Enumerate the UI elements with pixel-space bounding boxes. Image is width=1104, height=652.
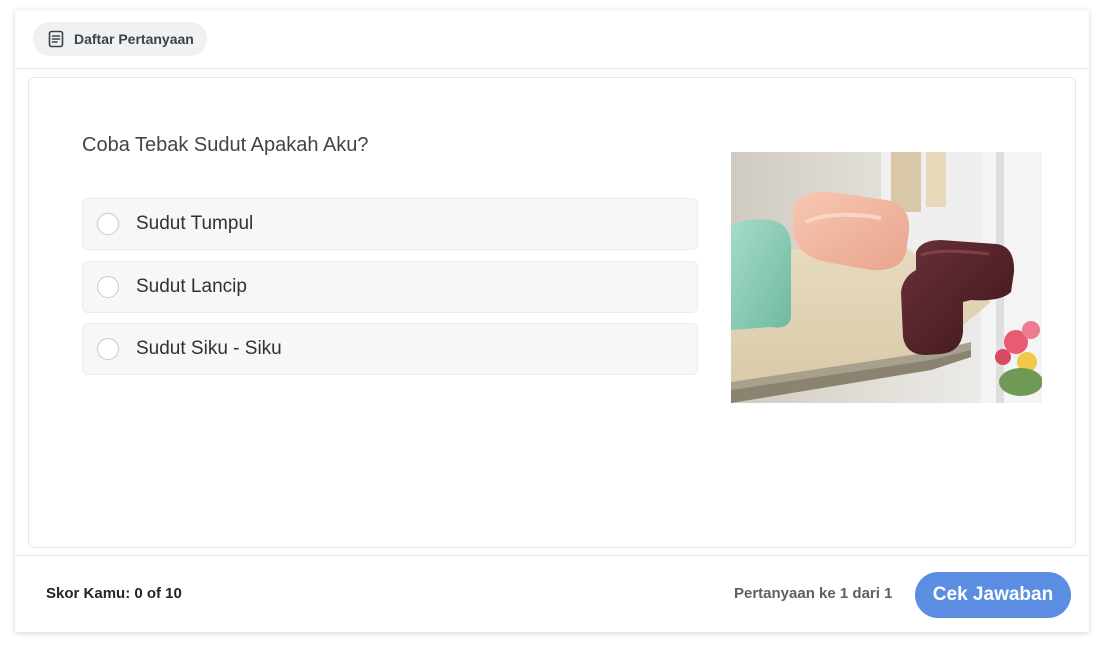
answer-option-label: Sudut Tumpul [136,213,254,234]
answer-option-label: Sudut Siku - Siku [136,338,282,359]
question-list-button[interactable]: Daftar Pertanyaan [33,22,207,56]
question-text: Coba Tebak Sudut Apakah Aku? [82,134,369,156]
quiz-header: Daftar Pertanyaan [15,10,1089,69]
list-document-icon [48,30,64,48]
answer-option-2[interactable]: Sudut Lancip [82,261,698,313]
question-panel: Coba Tebak Sudut Apakah Aku? Sudut Tumpu… [28,77,1076,548]
radio-button[interactable] [97,213,119,235]
score-text: Skor Kamu: 0 of 10 [46,585,182,602]
answer-option-3[interactable]: Sudut Siku - Siku [82,323,698,375]
answer-option-label: Sudut Lancip [136,276,247,297]
quiz-footer: Skor Kamu: 0 of 10 Pertanyaan ke 1 dari … [15,555,1089,633]
quiz-card: Daftar Pertanyaan Coba Tebak Sudut Apaka… [15,10,1089,632]
question-progress: Pertanyaan ke 1 dari 1 [734,585,893,602]
question-image [731,152,1042,403]
radio-button[interactable] [97,338,119,360]
check-answer-button[interactable]: Cek Jawaban [915,572,1071,618]
radio-button[interactable] [97,276,119,298]
answer-option-1[interactable]: Sudut Tumpul [82,198,698,250]
question-list-label: Daftar Pertanyaan [74,31,194,47]
